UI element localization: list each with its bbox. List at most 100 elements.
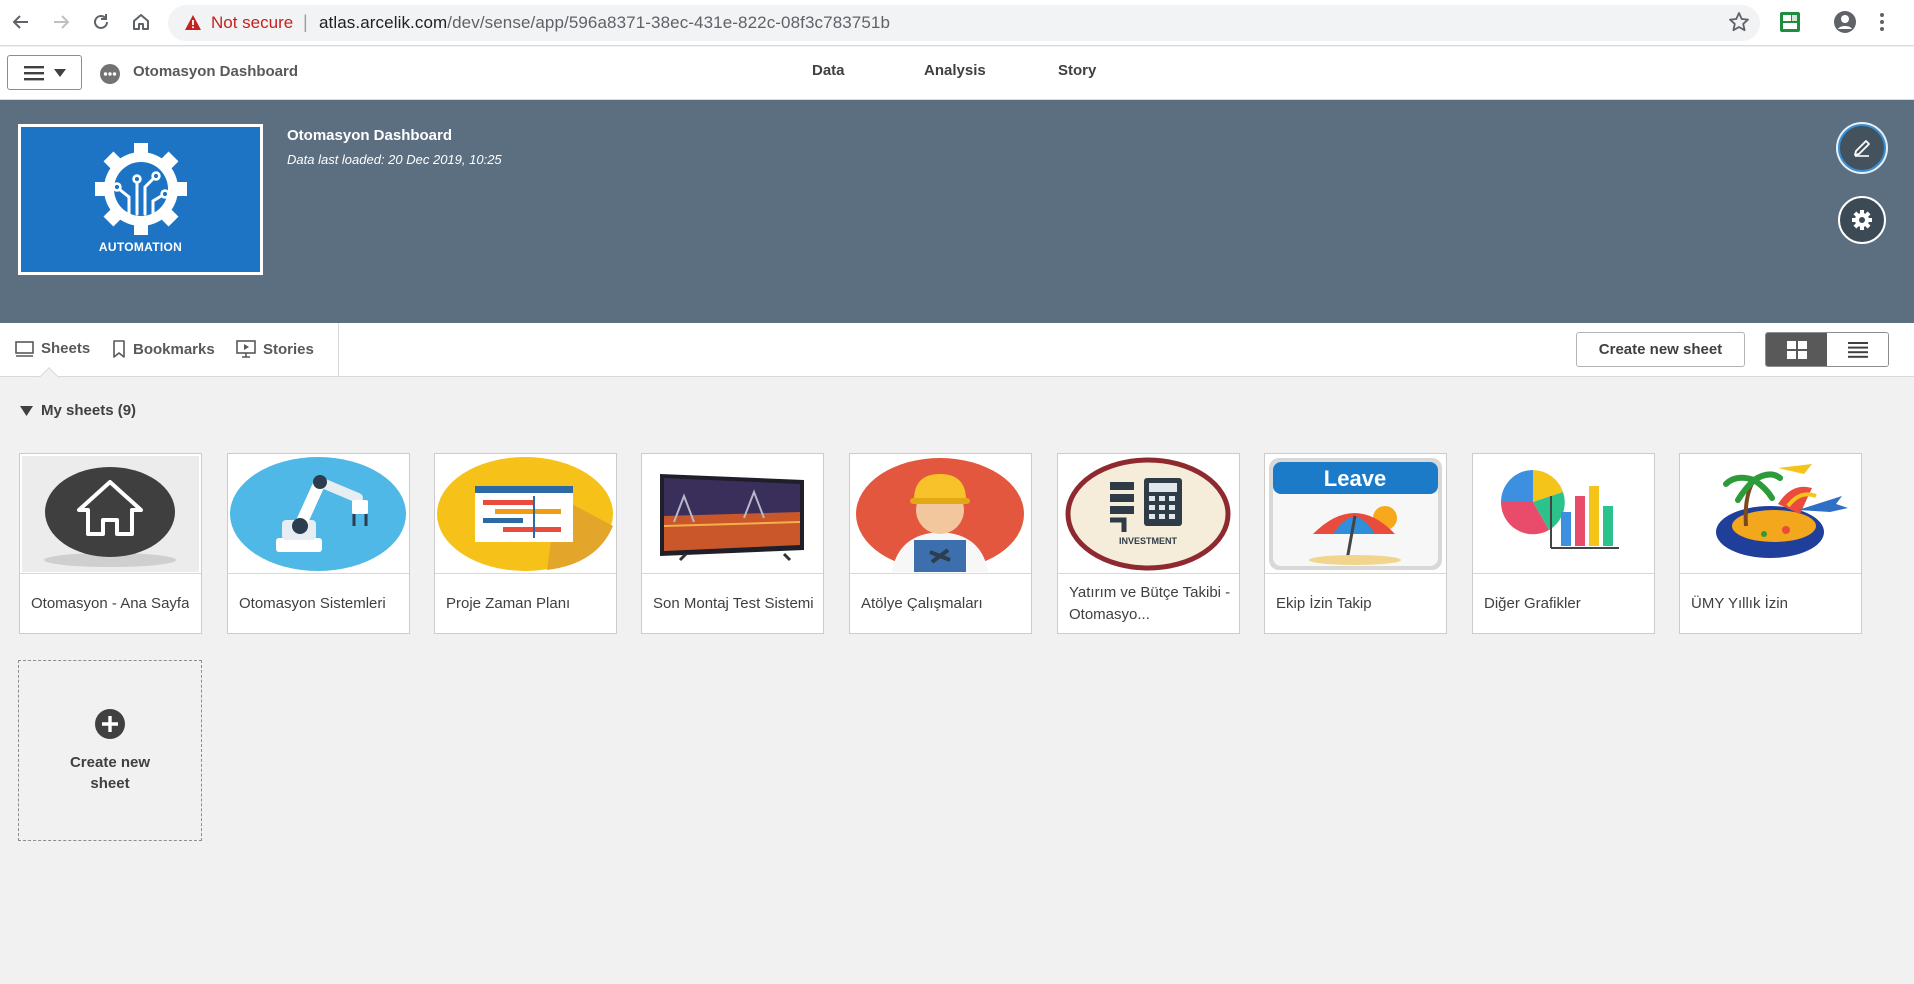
- home-button[interactable]: [129, 10, 153, 34]
- forward-button[interactable]: [49, 10, 73, 34]
- grid-view-button[interactable]: [1766, 333, 1827, 366]
- grid-icon: [1786, 340, 1807, 359]
- global-menu-button[interactable]: [7, 55, 82, 90]
- tab-sheets[interactable]: Sheets: [15, 340, 90, 357]
- sheet-title-text: Otomasyon Sistemleri: [239, 595, 386, 612]
- worker-icon: [856, 458, 1024, 572]
- sheet-title: Otomasyon Sistemleri: [239, 574, 401, 634]
- investment-calculator-icon: INVESTMENT: [1065, 457, 1231, 571]
- stories-icon: [236, 340, 256, 358]
- arrow-right-icon: [54, 15, 70, 29]
- sheet-card[interactable]: Son Montaj Test Sistemi: [641, 453, 824, 634]
- caret-down-icon: [20, 405, 33, 416]
- sheet-title: Otomasyon - Ana Sayfa: [31, 574, 193, 634]
- app-thumbnail: AUTOMATION: [18, 124, 263, 275]
- sheet-title: ÜMY Yıllık İzin: [1691, 574, 1853, 634]
- url-separator: |: [303, 12, 308, 32]
- extension-icon[interactable]: [1779, 11, 1801, 33]
- sheet-title: Son Montaj Test Sistemi: [653, 574, 815, 634]
- app-header: AUTOMATION Otomasyon Dashboard Data last…: [0, 100, 1914, 323]
- list-icon: [1847, 341, 1868, 358]
- list-view-button[interactable]: [1827, 333, 1888, 366]
- chevron-down-icon: [53, 68, 66, 77]
- sheet-title-text: Atölye Çalışmaları: [861, 595, 983, 612]
- timeline-chart-icon: [437, 457, 613, 571]
- plus-circle-icon: [95, 708, 125, 739]
- sheet-title: Proje Zaman Planı: [446, 574, 608, 634]
- back-button[interactable]: [9, 10, 33, 34]
- sheet-title-text: Ekip İzin Takip: [1276, 595, 1372, 612]
- sheet-card[interactable]: Proje Zaman Planı: [434, 453, 617, 634]
- sheet-title: Yatırım ve Bütçe Takibi - Otomasyo...: [1069, 574, 1231, 634]
- bookmark-star-icon[interactable]: [1728, 11, 1750, 33]
- sheet-thumbnail: [230, 456, 407, 572]
- sheet-title: Ekip İzin Takip: [1276, 574, 1438, 634]
- create-new-sheet-label: Create new sheet: [69, 753, 151, 792]
- svg-text:INVESTMENT: INVESTMENT: [1119, 536, 1178, 546]
- sheet-thumbnail: [852, 456, 1029, 572]
- sheet-thumbnail: [1682, 456, 1859, 572]
- leave-calendar-icon: Leave: [1269, 458, 1442, 570]
- security-label: Not secure: [211, 13, 294, 32]
- tab-bookmarks-label: Bookmarks: [133, 340, 215, 358]
- url-host: atlas.arcelik.com: [319, 13, 448, 32]
- sheet-thumbnail: INVESTMENT: [1060, 456, 1237, 572]
- sheet-title-text: Yatırım ve Bütçe Takibi - Otomasyo...: [1069, 584, 1231, 623]
- url-path: /dev/sense/app/596a8371-38ec-431e-822c-0…: [447, 13, 891, 32]
- sheet-title: Diğer Grafikler: [1484, 574, 1646, 634]
- edit-app-button[interactable]: [1838, 124, 1886, 172]
- robot-arm-icon: [230, 457, 406, 571]
- sheet-title-text: Proje Zaman Planı: [446, 595, 571, 612]
- sheet-title-text: Son Montaj Test Sistemi: [653, 595, 814, 612]
- content-tabs-bar: Sheets Bookmarks Stories Create new shee…: [0, 323, 1914, 377]
- sheet-title-text: Otomasyon - Ana Sayfa: [31, 595, 190, 612]
- app-toolbar: Otomasyon Dashboard Data Analysis Story: [0, 47, 1914, 100]
- tab-stories[interactable]: Stories: [236, 340, 314, 358]
- sheet-card[interactable]: INVESTMENT Yatırım ve Bütçe Takibi - Oto…: [1057, 453, 1240, 634]
- sheet-thumbnail: [1475, 456, 1652, 572]
- url-text: atlas.arcelik.com/dev/sense/app/596a8371…: [319, 13, 890, 33]
- create-new-sheet-button[interactable]: Create new sheet: [1576, 332, 1745, 367]
- tab-bookmarks[interactable]: Bookmarks: [112, 340, 215, 358]
- sheet-title: Atölye Çalışmaları: [861, 574, 1023, 634]
- sheet-title-text: ÜMY Yıllık İzin: [1691, 595, 1788, 612]
- tab-sheets-label: Sheets: [41, 340, 91, 357]
- reload-button[interactable]: [89, 10, 113, 34]
- sheet-thumbnail: Leave: [1267, 456, 1444, 572]
- app-settings-button[interactable]: [1838, 196, 1886, 244]
- sheet-card[interactable]: Atölye Çalışmaları: [849, 453, 1032, 634]
- tabs-divider: [338, 323, 339, 377]
- home-nav-icon: [133, 14, 149, 30]
- sheet-card[interactable]: Leave Ekip İzin Takip: [1264, 453, 1447, 634]
- sheets-icon: [15, 340, 34, 357]
- address-bar[interactable]: Not secure | atlas.arcelik.com/dev/sense…: [168, 5, 1760, 41]
- sheet-card[interactable]: Diğer Grafikler: [1472, 453, 1655, 634]
- my-sheets-heading: My sheets (9): [41, 402, 137, 419]
- sheet-thumbnail: [644, 456, 821, 572]
- thumbnail-label: AUTOMATION: [98, 240, 183, 254]
- charts-icon: [1500, 470, 1619, 549]
- arrow-left-icon: [12, 15, 28, 29]
- tab-analysis[interactable]: Analysis: [924, 62, 986, 79]
- pencil-icon: [1854, 140, 1870, 157]
- tab-stories-label: Stories: [263, 340, 314, 358]
- browser-menu-icon[interactable]: [1878, 10, 1886, 34]
- tab-data[interactable]: Data: [812, 62, 845, 79]
- view-toggle: [1765, 332, 1889, 367]
- sheet-card[interactable]: Otomasyon - Ana Sayfa: [19, 453, 202, 634]
- sheet-title-text: Diğer Grafikler: [1484, 595, 1581, 612]
- reload-icon: [94, 14, 108, 29]
- profile-icon[interactable]: [1833, 10, 1857, 34]
- svg-text:Leave: Leave: [1324, 466, 1386, 491]
- data-last-loaded: Data last loaded: 20 Dec 2019, 10:25: [287, 152, 502, 167]
- bookmark-icon: [113, 340, 125, 358]
- gear-icon: [1852, 210, 1872, 230]
- app-more-icon[interactable]: [99, 63, 121, 85]
- my-sheets-toggle[interactable]: My sheets (9): [20, 402, 136, 419]
- tab-story[interactable]: Story: [1058, 62, 1096, 79]
- sheet-card[interactable]: ÜMY Yıllık İzin: [1679, 453, 1862, 634]
- island-holiday-icon: [1716, 464, 1848, 558]
- create-new-sheet-card[interactable]: Create new sheet: [18, 660, 202, 841]
- sheet-thumbnail: [22, 456, 199, 572]
- sheet-card[interactable]: Otomasyon Sistemleri: [227, 453, 410, 634]
